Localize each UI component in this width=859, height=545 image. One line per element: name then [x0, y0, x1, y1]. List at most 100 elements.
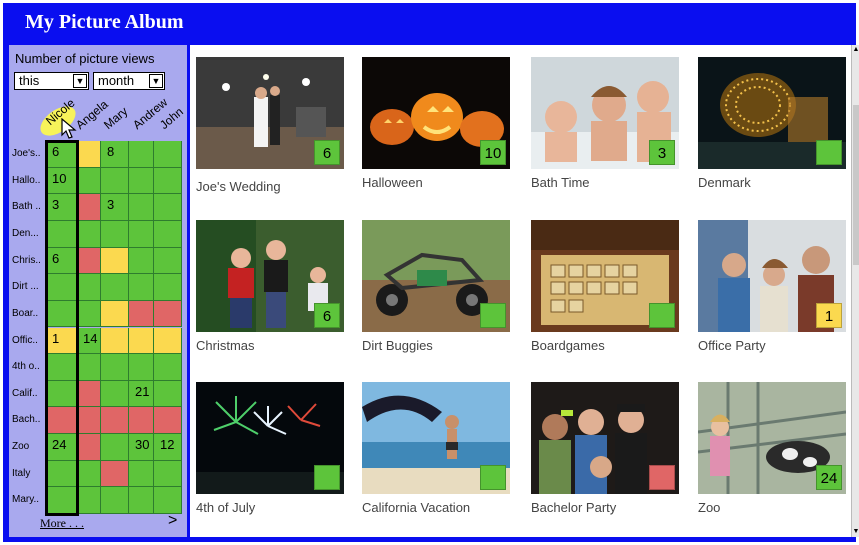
- view-count-cell[interactable]: 14: [77, 327, 101, 355]
- view-count-cell[interactable]: 8: [101, 141, 129, 168]
- view-count-cell[interactable]: [101, 380, 129, 408]
- row-label: Joe's..: [12, 148, 41, 159]
- view-count-cell[interactable]: [129, 327, 154, 355]
- view-count-cell[interactable]: [129, 247, 154, 275]
- view-count-cell[interactable]: [129, 460, 154, 488]
- view-count-cell[interactable]: [154, 247, 182, 275]
- view-count-cell[interactable]: [77, 407, 101, 435]
- album-thumbnail[interactable]: [698, 57, 846, 169]
- view-count-cell[interactable]: [77, 194, 101, 221]
- view-count-cell[interactable]: [77, 247, 101, 275]
- album-thumbnail[interactable]: [531, 220, 679, 332]
- view-count-cell[interactable]: [77, 220, 101, 248]
- album-thumbnail[interactable]: 6: [196, 220, 344, 332]
- album-caption[interactable]: Office Party: [698, 338, 766, 353]
- view-count-cell[interactable]: [129, 354, 154, 381]
- view-count-cell[interactable]: [101, 247, 129, 275]
- view-count-cell[interactable]: [129, 220, 154, 248]
- view-count-cell[interactable]: [101, 460, 129, 488]
- view-count-cell[interactable]: [154, 274, 182, 301]
- view-count-cell[interactable]: 30: [129, 434, 154, 461]
- view-count-badge: 24: [816, 465, 842, 490]
- album-caption[interactable]: Halloween: [362, 175, 423, 190]
- view-count-cell[interactable]: [154, 354, 182, 381]
- view-count-cell[interactable]: [77, 274, 101, 301]
- album-thumbnail[interactable]: 10: [362, 57, 510, 169]
- view-count-cell[interactable]: [154, 300, 182, 328]
- view-count-cell[interactable]: [101, 487, 129, 514]
- view-count-cell[interactable]: [101, 407, 129, 435]
- view-count-cell[interactable]: [77, 460, 101, 488]
- unit-select[interactable]: month ▼: [93, 72, 165, 90]
- album-caption[interactable]: Zoo: [698, 500, 720, 515]
- chevron-down-icon[interactable]: ▼: [73, 74, 87, 88]
- view-count-cell[interactable]: [154, 220, 182, 248]
- album-caption[interactable]: Bachelor Party: [531, 500, 616, 515]
- view-count-cell[interactable]: [154, 194, 182, 221]
- view-count-cell[interactable]: [129, 407, 154, 435]
- view-count-cell[interactable]: [129, 167, 154, 195]
- view-count-cell[interactable]: 12: [154, 434, 182, 461]
- scroll-up-icon[interactable]: ▲: [852, 45, 859, 55]
- view-count-cell[interactable]: 21: [129, 380, 154, 408]
- view-count-cell[interactable]: [154, 460, 182, 488]
- view-count-cell[interactable]: [77, 380, 101, 408]
- album-thumbnail[interactable]: [531, 382, 679, 494]
- album-caption[interactable]: Denmark: [698, 175, 751, 190]
- album-caption[interactable]: Dirt Buggies: [362, 338, 433, 353]
- album-caption[interactable]: 4th of July: [196, 500, 255, 515]
- view-count-cell[interactable]: [154, 141, 182, 168]
- scroll-down-icon[interactable]: ▼: [852, 527, 859, 537]
- row-label: Offic..: [12, 334, 38, 346]
- view-count-cell[interactable]: [77, 487, 101, 514]
- album-thumbnail[interactable]: 1: [698, 220, 846, 332]
- period-select[interactable]: this ▼: [14, 72, 89, 90]
- scroll-thumb[interactable]: [853, 105, 859, 265]
- album-caption[interactable]: Bath Time: [531, 175, 590, 190]
- view-count-cell[interactable]: [101, 220, 129, 248]
- album-thumbnail[interactable]: [362, 382, 510, 494]
- view-count-cell[interactable]: [101, 434, 129, 461]
- view-count-cell[interactable]: [129, 487, 154, 514]
- more-link[interactable]: More . . .: [40, 516, 84, 531]
- view-count-cell[interactable]: [154, 167, 182, 195]
- view-count-badge: [816, 140, 842, 165]
- mouse-cursor-icon: [61, 118, 77, 139]
- view-count-cell[interactable]: [154, 407, 182, 435]
- view-count-cell[interactable]: [101, 327, 129, 355]
- vertical-scrollbar[interactable]: ▲ ▼: [851, 45, 859, 537]
- view-count-cell[interactable]: [77, 300, 101, 328]
- view-count-cell[interactable]: [101, 300, 129, 328]
- view-count-cell[interactable]: [77, 354, 101, 381]
- view-count-cell[interactable]: [154, 380, 182, 408]
- view-count-cell[interactable]: [154, 487, 182, 514]
- album-thumbnail[interactable]: 3: [531, 57, 679, 169]
- row-label: Den...: [12, 227, 39, 239]
- view-count-cell[interactable]: [77, 167, 101, 195]
- view-count-cell[interactable]: [77, 434, 101, 461]
- album-thumbnail[interactable]: [196, 382, 344, 494]
- next-arrow-icon[interactable]: >: [168, 512, 177, 530]
- row-label: 4th o..: [12, 361, 40, 373]
- album-caption[interactable]: Boardgames: [531, 338, 605, 353]
- chevron-down-icon[interactable]: ▼: [149, 74, 163, 88]
- view-count-cell[interactable]: 3: [101, 194, 129, 221]
- view-count-cell[interactable]: [129, 194, 154, 221]
- row-label: Bach..: [12, 414, 41, 426]
- album-thumbnail[interactable]: 6: [196, 57, 344, 169]
- album-thumbnail[interactable]: 24: [698, 382, 846, 494]
- view-count-cell[interactable]: [129, 300, 154, 328]
- view-count-cell[interactable]: [101, 354, 129, 381]
- view-count-cell[interactable]: [129, 141, 154, 168]
- view-count-cell[interactable]: [101, 274, 129, 301]
- view-count-cell[interactable]: [77, 141, 101, 168]
- album-caption[interactable]: Joe's Wedding: [196, 179, 281, 194]
- title-bar: My Picture Album: [3, 3, 856, 41]
- view-count-cell[interactable]: [129, 274, 154, 301]
- view-count-cell[interactable]: [101, 167, 129, 195]
- view-count-cell[interactable]: [154, 327, 182, 355]
- album-caption[interactable]: California Vacation: [362, 500, 470, 515]
- period-select-value: this: [19, 73, 40, 88]
- album-thumbnail[interactable]: [362, 220, 510, 332]
- album-caption[interactable]: Christmas: [196, 338, 255, 353]
